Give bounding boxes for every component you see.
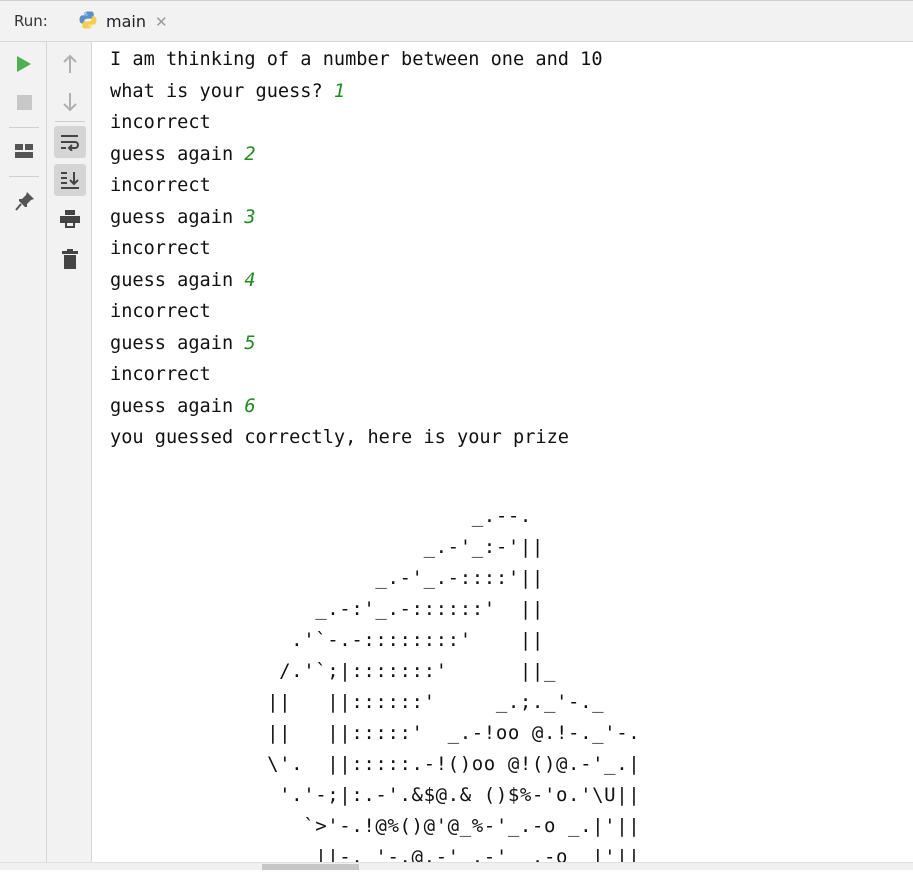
print-icon[interactable] bbox=[59, 208, 81, 230]
ascii-line: _.-'_:-'|| bbox=[243, 535, 544, 558]
rerun-icon[interactable] bbox=[14, 54, 34, 74]
ascii-line: \'. ||:::::.-!()oo @!()@.-'_.| bbox=[243, 752, 641, 775]
tab-main[interactable]: main ✕ bbox=[78, 1, 168, 42]
ascii-line: _.-:'_.-::::::' || bbox=[243, 597, 544, 620]
console-line: guess again 3 bbox=[110, 206, 256, 228]
horizontal-scrollbar[interactable] bbox=[0, 862, 913, 870]
soft-wrap-icon[interactable] bbox=[54, 126, 86, 158]
user-input: 2 bbox=[244, 143, 256, 165]
close-icon[interactable]: ✕ bbox=[155, 13, 168, 31]
console-line: incorrect bbox=[110, 175, 211, 196]
console-line: guess again 6 bbox=[110, 395, 256, 417]
ascii-line: _.--. bbox=[243, 504, 532, 527]
user-input: 1 bbox=[333, 80, 346, 102]
stop-icon[interactable] bbox=[14, 92, 34, 112]
console-line: incorrect bbox=[110, 301, 211, 322]
console-actions-toolbar bbox=[47, 42, 92, 870]
user-input: 4 bbox=[244, 269, 256, 291]
ascii-line: .'`-.-::::::::' || bbox=[243, 628, 544, 651]
console-line: what is your guess? 1 bbox=[110, 80, 346, 102]
console-line: incorrect bbox=[110, 364, 211, 385]
scrollbar-thumb[interactable] bbox=[262, 864, 359, 870]
ascii-line: /.'`;|:::::::' ||_ bbox=[243, 659, 557, 682]
run-actions-toolbar bbox=[0, 42, 47, 870]
scroll-to-end-icon[interactable] bbox=[54, 164, 86, 196]
console-line: you guessed correctly, here is your priz… bbox=[110, 427, 569, 448]
pin-icon[interactable] bbox=[14, 190, 36, 212]
user-input: 6 bbox=[244, 395, 256, 417]
console-line: incorrect bbox=[110, 112, 211, 133]
down-arrow-icon[interactable] bbox=[59, 90, 81, 114]
ascii-line: `>'-.!@%()@'@_%-'_.-o _.|'|| bbox=[243, 814, 641, 837]
trash-icon[interactable] bbox=[59, 247, 81, 271]
console-line: guess again 4 bbox=[110, 269, 256, 291]
ascii-line: || ||:::::' _.-!oo @.!-._'-. bbox=[243, 721, 641, 744]
user-input: 3 bbox=[244, 206, 256, 228]
ascii-line: || ||::::::' _.;._'-._ bbox=[243, 690, 605, 713]
console-line: incorrect bbox=[110, 238, 211, 259]
up-arrow-icon[interactable] bbox=[59, 52, 81, 76]
console-line: guess again 2 bbox=[110, 143, 256, 165]
tab-label: main bbox=[106, 12, 146, 31]
run-label: Run: bbox=[14, 12, 48, 30]
ascii-art-prize: _.--. _.-'_:-'|| _.-'_.-::::'|| _.-:'_.-… bbox=[243, 501, 913, 873]
ascii-line: '.'-;|:.-'.&$@.& ()$%-'o.'\U|| bbox=[243, 783, 641, 806]
user-input: 5 bbox=[244, 332, 256, 354]
console-line: I am thinking of a number between one an… bbox=[110, 49, 603, 70]
layout-icon[interactable] bbox=[14, 141, 34, 161]
console-output[interactable]: I am thinking of a number between one an… bbox=[110, 44, 913, 868]
console-line: guess again 5 bbox=[110, 332, 256, 354]
python-icon bbox=[78, 10, 98, 34]
ascii-line: _.-'_.-::::'|| bbox=[243, 566, 544, 589]
run-tool-window-header: Run: main ✕ bbox=[0, 0, 913, 42]
